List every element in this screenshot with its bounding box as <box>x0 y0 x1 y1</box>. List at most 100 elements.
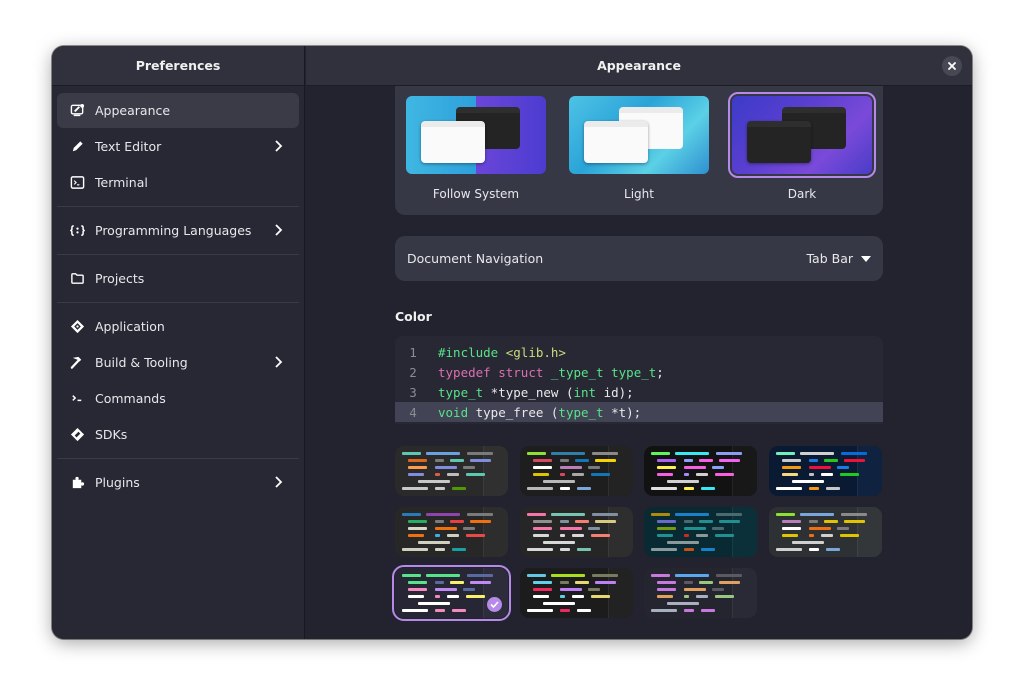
preview-window-front <box>584 121 648 163</box>
document-navigation-dropdown[interactable]: Tab Bar <box>806 251 871 266</box>
sidebar-item-build-tooling[interactable]: Build & Tooling <box>57 345 299 380</box>
sidebar-item-text-editor[interactable]: Text Editor <box>57 129 299 164</box>
scheme-color-swatch <box>820 534 833 537</box>
sidebar-item-programming-languages[interactable]: Programming Languages <box>57 213 299 248</box>
style-option-light[interactable]: Light <box>569 96 709 201</box>
scheme-color-swatch <box>781 534 798 537</box>
scheme-color-swatch <box>657 527 676 530</box>
scheme-color-swatch <box>574 459 589 462</box>
scheme-color-swatch <box>435 581 444 584</box>
scheme-color-swatch <box>435 459 444 462</box>
scheme-color-swatch <box>843 459 865 462</box>
scheme-color-swatch <box>657 534 673 537</box>
style-option-dark[interactable]: Dark <box>728 92 876 201</box>
scheme-color-swatch <box>576 609 591 612</box>
scheme-color-swatch <box>594 581 616 584</box>
scheme-color-swatch <box>559 527 582 530</box>
color-scheme-option[interactable] <box>768 446 882 496</box>
pencil-icon <box>69 139 85 155</box>
preview-window-front <box>421 121 485 163</box>
scheme-color-swatch <box>532 459 552 462</box>
sidebar-item-plugins[interactable]: Plugins <box>57 465 299 500</box>
scheme-color-swatch <box>435 473 440 476</box>
commands-icon <box>69 391 85 407</box>
color-scheme-option[interactable] <box>519 507 633 557</box>
code-token: type_t <box>611 364 657 380</box>
scheme-color-swatch <box>651 574 670 577</box>
scheme-color-swatch <box>799 452 834 455</box>
main-header: Appearance <box>306 46 972 86</box>
sidebar-item-label: Programming Languages <box>95 223 252 238</box>
scheme-color-swatch <box>712 466 724 469</box>
scheme-color-swatch <box>526 452 546 455</box>
scheme-color-swatch <box>571 595 584 598</box>
scheme-color-swatch <box>675 574 709 577</box>
code-token: *type_new ( <box>483 384 574 400</box>
scheme-color-swatch <box>426 574 460 577</box>
scheme-color-swatch <box>657 595 673 598</box>
scheme-color-swatch <box>532 527 552 530</box>
scheme-color-swatch <box>452 609 466 612</box>
code-line: 4 void type_free (type_t *t); <box>395 402 883 422</box>
main-panel: Appearance Follow System Light Dark Docume… <box>306 46 972 639</box>
scheme-color-swatch <box>715 595 734 598</box>
scheme-color-swatch <box>684 520 693 523</box>
document-navigation-label: Document Navigation <box>407 251 544 266</box>
style-option-follow-system[interactable]: Follow System <box>406 96 546 201</box>
sidebar-item-application[interactable]: Application <box>57 309 299 344</box>
scheme-color-swatch <box>591 574 618 577</box>
sidebar-item-terminal[interactable]: Terminal <box>57 165 299 200</box>
scheme-color-swatch <box>719 520 740 523</box>
scheme-color-swatch <box>701 609 715 612</box>
scheme-color-swatch <box>594 520 616 523</box>
scheme-color-swatch <box>590 473 610 476</box>
sidebar-item-appearance[interactable]: Appearance <box>57 93 299 128</box>
color-scheme-option[interactable] <box>768 507 882 557</box>
scheme-color-swatch <box>591 513 618 516</box>
scheme-color-swatch <box>775 452 795 455</box>
scheme-color-swatch <box>532 466 552 469</box>
color-scheme-option[interactable] <box>644 568 757 618</box>
sdk-icon <box>69 427 85 443</box>
scheme-color-swatch <box>559 588 582 591</box>
scheme-color-swatch <box>684 581 693 584</box>
scheme-color-swatch <box>699 581 713 584</box>
sidebar-item-sdks[interactable]: SDKs <box>57 417 299 452</box>
document-navigation-value: Tab Bar <box>806 251 853 266</box>
scheme-color-swatch <box>408 473 424 476</box>
scheme-color-swatch <box>791 541 824 544</box>
scheme-color-swatch <box>701 548 715 551</box>
scheme-color-swatch <box>576 487 591 490</box>
scheme-color-swatch <box>808 473 814 476</box>
color-scheme-option[interactable] <box>644 446 757 496</box>
sidebar-item-projects[interactable]: Projects <box>57 261 299 296</box>
scheme-color-swatch <box>684 459 693 462</box>
color-scheme-option[interactable] <box>395 446 508 496</box>
scheme-color-swatch <box>808 487 819 490</box>
sidebar-item-commands[interactable]: Commands <box>57 381 299 416</box>
code-token: *t); <box>603 404 642 420</box>
scheme-color-swatch <box>719 581 740 584</box>
code-token: void <box>438 404 469 420</box>
style-preview-thumbnail <box>728 92 876 178</box>
scheme-color-swatch <box>408 459 427 462</box>
style-preview-thumbnail <box>406 96 546 174</box>
scheme-color-swatch <box>559 473 565 476</box>
scheme-color-swatch <box>452 548 466 551</box>
close-button[interactable] <box>942 56 962 76</box>
color-scheme-option[interactable] <box>392 565 511 621</box>
color-scheme-option[interactable] <box>395 507 508 557</box>
color-scheme-option[interactable] <box>644 507 757 557</box>
scheme-color-swatch <box>435 548 445 551</box>
scheme-color-swatch <box>435 609 445 612</box>
scheme-color-swatch <box>574 520 589 523</box>
code-token: type_t <box>438 384 484 400</box>
scheme-color-swatch <box>701 487 715 490</box>
scheme-color-swatch <box>696 473 708 476</box>
code-line: 2 typedef struct _type_t type_t; <box>395 362 883 382</box>
color-scheme-option[interactable] <box>519 568 633 618</box>
color-scheme-option[interactable] <box>519 446 633 496</box>
scheme-color-swatch <box>435 534 440 537</box>
document-navigation-row[interactable]: Document Navigation Tab Bar <box>395 236 883 281</box>
scheme-color-swatch <box>450 459 464 462</box>
